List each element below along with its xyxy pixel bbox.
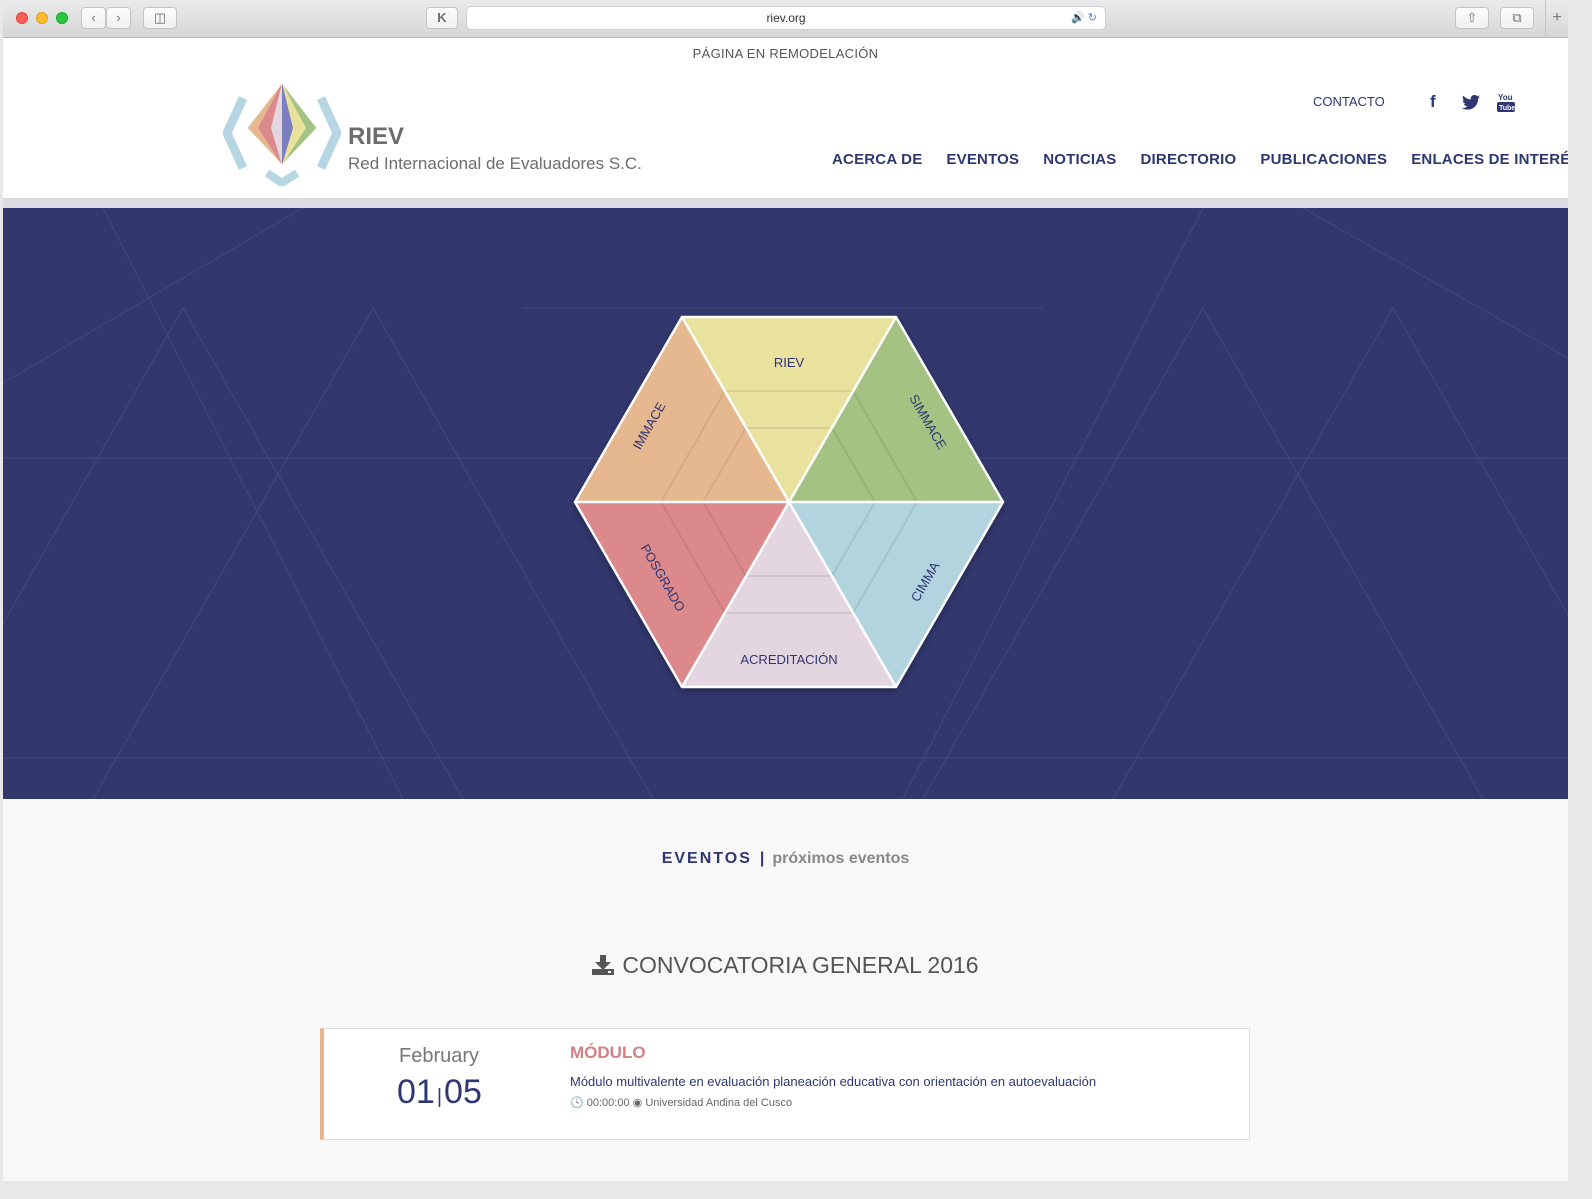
download-icon xyxy=(592,955,615,975)
nav-noticias[interactable]: NOTICIAS xyxy=(1043,151,1116,168)
hexagon-diagram: RIEV SIMMACE CIMMA ACREDITACIÓN POSGRADO… xyxy=(573,315,1005,689)
events-subtitle: próximos eventos xyxy=(772,850,910,867)
event-day-start: 01 xyxy=(397,1073,435,1111)
nav-acerca-de[interactable]: ACERCA DE xyxy=(832,151,922,168)
back-button[interactable]: ‹ xyxy=(81,7,106,29)
event-day-end: 05 xyxy=(444,1073,482,1111)
heading-separator: | xyxy=(759,850,765,867)
nav-directorio[interactable]: DIRECTORIO xyxy=(1141,151,1237,168)
share-icon[interactable]: ⇧ xyxy=(1455,7,1489,29)
facebook-icon[interactable]: f xyxy=(1430,92,1436,112)
sidebar-toggle-icon[interactable]: ◫ xyxy=(143,7,177,29)
event-card[interactable]: February 01 |05 MÓDULO Módulo multivalent… xyxy=(320,1028,1250,1140)
event-meta: 🕓 00:00:00 ◉ Universidad Andina del Cusc… xyxy=(570,1096,792,1109)
convocatoria-title: CONVOCATORIA GENERAL 2016 xyxy=(622,952,979,978)
minimize-window-button[interactable] xyxy=(36,12,48,24)
svg-text:Tube: Tube xyxy=(1499,105,1515,112)
address-bar[interactable]: riev.org 🔊 ↻ xyxy=(466,6,1106,30)
event-dates: 01 |05 xyxy=(397,1073,482,1112)
date-separator: | xyxy=(436,1086,443,1108)
site-header: RIEV Red Internacional de Evaluadores S.… xyxy=(3,68,1568,198)
youtube-icon[interactable]: You Tube xyxy=(1497,92,1515,112)
tabs-overview-icon[interactable]: ⧉ xyxy=(1500,7,1534,29)
nav-eventos[interactable]: EVENTOS xyxy=(946,151,1019,168)
event-title-link[interactable]: Módulo multivalente en evaluación planea… xyxy=(570,1074,1096,1089)
kaspersky-extension-icon[interactable]: K xyxy=(426,7,458,29)
event-month: February xyxy=(399,1045,480,1067)
url-text: riev.org xyxy=(766,11,806,25)
hex-label-acreditacion[interactable]: ACREDITACIÓN xyxy=(740,652,837,667)
logo-subtitle[interactable]: Red Internacional de Evaluadores S.C. xyxy=(348,154,642,174)
hero-banner: RIEV SIMMACE CIMMA ACREDITACIÓN POSGRADO… xyxy=(3,208,1568,799)
clock-icon: 🕓 xyxy=(570,1097,584,1109)
logo-title[interactable]: RIEV xyxy=(348,123,404,151)
svg-text:You: You xyxy=(1498,93,1513,102)
maintenance-notice: PÁGINA EN REMODELACIÓN xyxy=(3,38,1568,68)
map-marker-icon: ◉ xyxy=(632,1097,643,1109)
forward-button[interactable]: › xyxy=(106,7,131,29)
contact-link[interactable]: CONTACTO xyxy=(1313,94,1385,109)
event-type: MÓDULO xyxy=(570,1043,646,1062)
events-heading: EVENTOS | próximos eventos xyxy=(3,850,1568,868)
hex-label-riev[interactable]: RIEV xyxy=(774,355,805,370)
events-title: EVENTOS xyxy=(661,850,752,867)
twitter-icon[interactable] xyxy=(1462,95,1480,110)
new-tab-button[interactable]: + xyxy=(1545,0,1568,37)
hero-graphic: RIEV SIMMACE CIMMA ACREDITACIÓN POSGRADO… xyxy=(3,208,1568,799)
zoom-window-button[interactable] xyxy=(56,12,68,24)
nav-publicaciones[interactable]: PUBLICACIONES xyxy=(1260,151,1387,168)
header-divider xyxy=(3,198,1568,208)
convocatoria-download-link[interactable]: CONVOCATORIA GENERAL 2016 xyxy=(3,952,1568,979)
browser-toolbar: ‹ › ◫ K riev.org 🔊 ↻ ⇧ ⧉ + xyxy=(3,0,1568,38)
nav-enlaces-de-interes[interactable]: ENLACES DE INTERÉS xyxy=(1411,151,1568,168)
close-window-button[interactable] xyxy=(16,12,28,24)
main-navigation: ACERCA DE EVENTOS NOTICIAS DIRECTORIO PU… xyxy=(832,151,1568,168)
audio-reload-icons[interactable]: 🔊 ↻ xyxy=(1071,7,1097,29)
browser-window: ‹ › ◫ K riev.org 🔊 ↻ ⇧ ⧉ + PÁGINA EN REM… xyxy=(3,0,1568,1181)
riev-logo-icon[interactable] xyxy=(223,80,341,186)
event-time: 00:00:00 xyxy=(586,1097,630,1109)
event-location: Universidad Andina del Cusco xyxy=(645,1097,793,1109)
